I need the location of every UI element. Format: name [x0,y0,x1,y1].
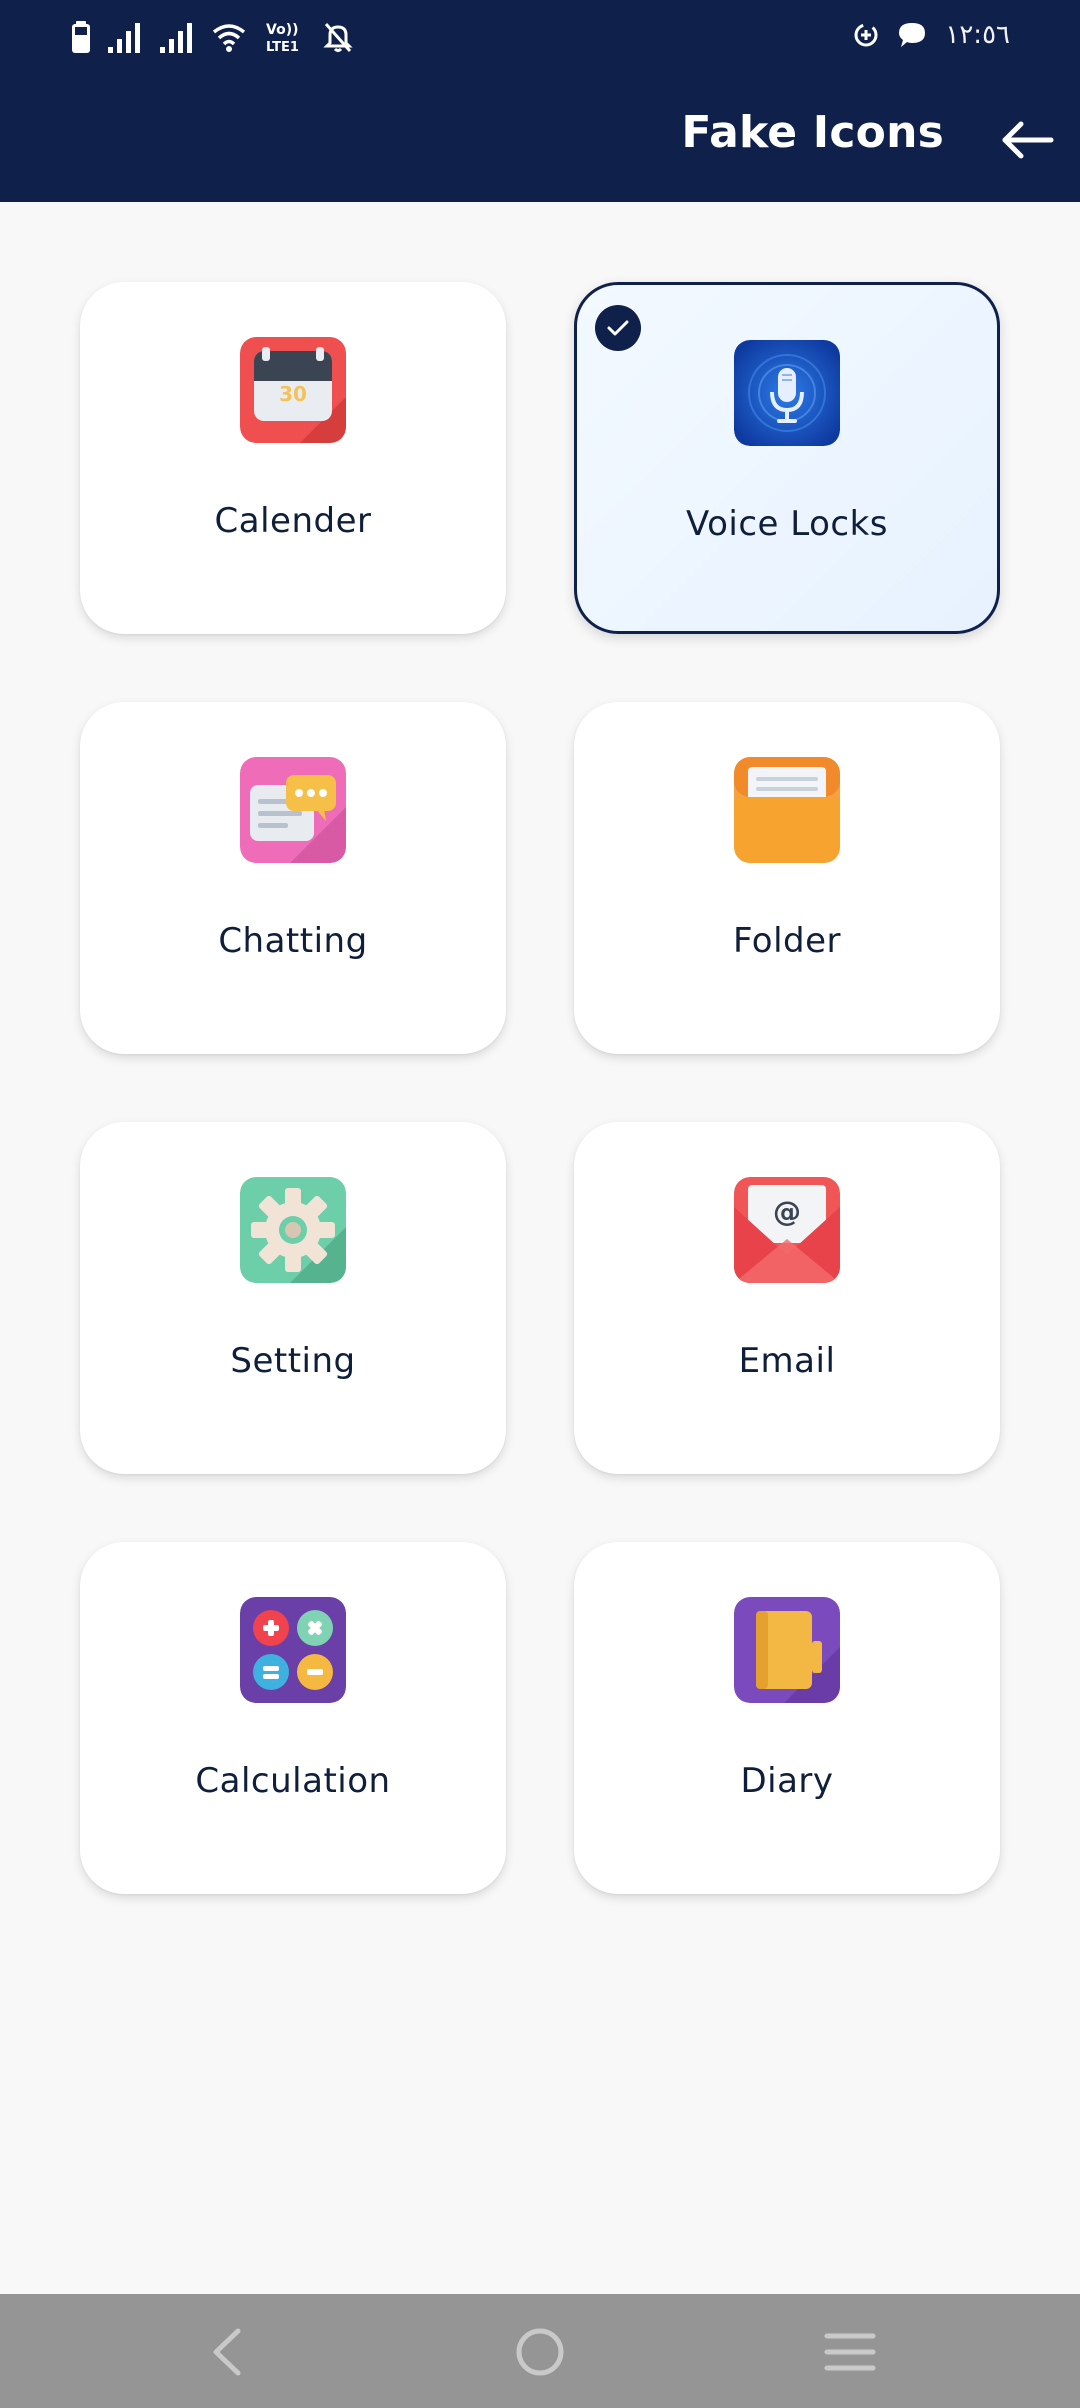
svg-text:LTE1: LTE1 [266,40,299,54]
volte-icon: Vo)) LTE1 [266,22,299,54]
folder-icon [734,757,840,863]
card-chatting[interactable]: Chatting [80,702,506,1054]
status-left: Vo)) LTE1 [72,20,354,54]
arrow-left-icon [1002,121,1054,159]
card-folder[interactable]: Folder [574,702,1000,1054]
calculator-icon [240,1597,346,1703]
card-calender[interactable]: 30 Calender [80,282,506,634]
card-label: Folder [732,921,842,961]
card-calculation[interactable]: Calculation [80,1542,506,1894]
status-right: ١٢:٥٦ [853,20,1010,50]
status-time: ١٢:٥٦ [945,20,1010,50]
card-label: Diary [740,1761,834,1801]
bell-off-icon [323,23,353,52]
calendar-day-text: 30 [279,382,307,406]
chat-icon [240,757,346,863]
page-title: Fake Icons [681,107,944,158]
selected-check-badge [595,305,641,351]
check-icon [607,320,629,336]
back-button[interactable] [996,110,1058,170]
email-icon: @ [734,1177,840,1283]
nav-home-icon [516,2328,564,2376]
status-bar: Vo)) LTE1 ١٢:٥٦ [0,0,1080,72]
chat-bubble-icon [899,23,926,47]
card-label: Calculation [195,1761,391,1801]
icon-grid: 30 Calender Voice Locks Chatting Folder … [80,282,1000,1894]
diary-icon [734,1597,840,1703]
calendar-icon: 30 [240,337,346,443]
svg-text:Vo)): Vo)) [266,22,298,38]
battery-icon [72,21,90,53]
gear-icon [240,1177,346,1283]
wifi-icon [212,24,246,52]
data-saver-icon [854,23,878,47]
app-header: Vo)) LTE1 ١٢:٥٦ Fake Icons [0,0,1080,202]
card-label: Setting [230,1341,356,1381]
email-at-text: @ [773,1195,801,1228]
card-label: Chatting [218,921,368,961]
card-label: Email [738,1341,836,1381]
nav-home-button[interactable] [510,2322,570,2382]
card-setting[interactable]: Setting [80,1122,506,1474]
card-label: Voice Locks [685,504,889,544]
card-label: Calender [214,501,372,541]
signal-icon [108,23,140,53]
nav-menu-icon [824,2333,876,2371]
nav-back-icon [213,2328,241,2376]
system-nav-bar [0,2294,1080,2408]
card-diary[interactable]: Diary [574,1542,1000,1894]
card-voice-locks[interactable]: Voice Locks [574,282,1000,634]
signal-icon [160,23,192,53]
card-email[interactable]: @ Email [574,1122,1000,1474]
nav-menu-button[interactable] [820,2322,880,2382]
microphone-icon [734,340,840,446]
nav-back-button[interactable] [196,2322,256,2382]
